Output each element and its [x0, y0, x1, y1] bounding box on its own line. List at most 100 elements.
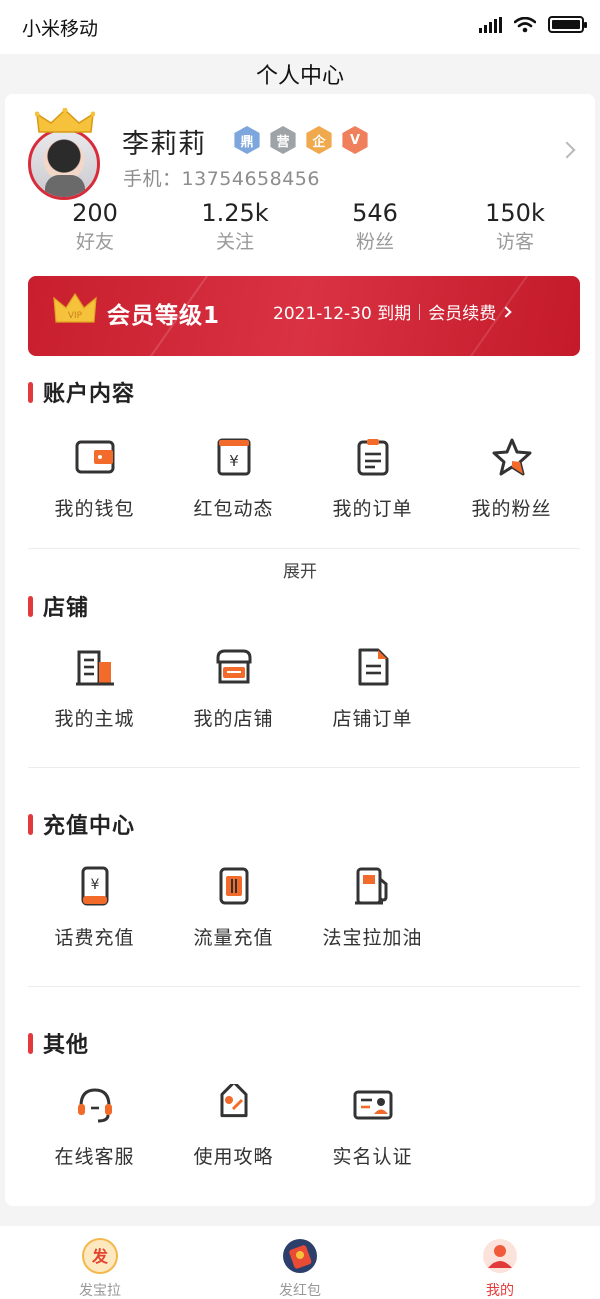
stat-value: 200	[72, 199, 118, 227]
stat-value: 546	[352, 199, 398, 227]
stat-label: 访客	[495, 231, 534, 253]
tab-bar: 发 发宝拉 发红包 我的	[0, 1226, 600, 1299]
wifi-icon	[514, 16, 536, 32]
menu-item-label: 红包动态	[193, 498, 274, 520]
tag-guide-icon	[219, 1084, 248, 1118]
carrier-name: 小米移动	[22, 18, 99, 40]
menu-item-my-shop[interactable]: 我的店铺	[164, 646, 303, 731]
avatar-with-crown	[27, 108, 103, 200]
red-packet-icon: ¥	[217, 438, 250, 476]
phone-value: 13754658456	[181, 168, 320, 190]
data-sim-icon	[219, 867, 248, 905]
phone-bill-icon: ¥	[81, 866, 108, 906]
section-recharge-grid: ¥ 话费充值 流量充值 法宝拉加油	[25, 865, 442, 950]
vip-crown-text: VIP	[68, 311, 83, 321]
headset-icon	[77, 1088, 112, 1123]
stat-label: 关注	[215, 231, 254, 253]
section-account-grid: 我的钱包 ¥ 红包动态 我的订单 我的粉丝	[25, 436, 581, 521]
section-store-grid: 我的主城 我的店铺 店铺订单	[25, 646, 442, 731]
menu-item-real-name[interactable]: 实名认证	[303, 1084, 442, 1169]
menu-item-label: 我的钱包	[54, 498, 135, 520]
menu-item-label: 我的粉丝	[471, 498, 552, 520]
vip-renew-link[interactable]: 会员续费	[428, 299, 496, 324]
document-icon	[358, 648, 388, 686]
menu-item-label: 我的主城	[54, 708, 135, 730]
section-title-text: 账户内容	[43, 382, 136, 407]
menu-item-main-city[interactable]: 我的主城	[25, 646, 164, 731]
vip-banner[interactable]: VIP 会员等级1 2021-12-30 到期 会员续费	[28, 276, 580, 356]
nav-bar: 个人中心	[0, 54, 600, 94]
expand-toggle[interactable]: 展开	[0, 557, 600, 582]
vip-expiry: 2021-12-30 到期	[273, 304, 412, 324]
menu-item-guide[interactable]: 使用攻略	[164, 1084, 303, 1169]
section-recharge-title: 充值中心	[28, 808, 135, 840]
stat-value: 1.25k	[201, 199, 269, 227]
city-building-icon	[75, 650, 114, 686]
divider	[28, 548, 580, 549]
fuel-pump-icon	[354, 867, 387, 905]
signal-icon	[479, 16, 502, 33]
divider	[28, 986, 580, 987]
stat-label: 好友	[75, 231, 114, 253]
business-badge-icon: 营	[270, 126, 296, 154]
menu-item-orders[interactable]: 我的订单	[303, 436, 442, 521]
order-clipboard-icon	[357, 439, 388, 476]
stat-visitors[interactable]: 150k 访客	[445, 198, 585, 262]
menu-item-shop-orders[interactable]: 店铺订单	[303, 646, 442, 731]
menu-item-label: 在线客服	[54, 1146, 135, 1168]
menu-item-label: 话费充值	[54, 927, 135, 949]
rank-badge-icon: 鼎	[234, 126, 260, 154]
section-other-title: 其他	[28, 1027, 89, 1059]
phone-label: 手机：	[123, 168, 182, 190]
vip-info: 2021-12-30 到期 会员续费	[273, 299, 512, 324]
stat-friends[interactable]: 200 好友	[25, 198, 165, 262]
stat-value: 150k	[485, 199, 545, 227]
crown-icon	[35, 108, 95, 133]
badge-list: 鼎 营 企 V	[233, 126, 369, 154]
chevron-right-icon	[500, 305, 512, 318]
svg-text:¥: ¥	[90, 877, 99, 893]
tab-label: 我的	[486, 1283, 514, 1299]
vip-crown-icon: VIP	[53, 292, 97, 323]
section-store-title: 店铺	[28, 590, 89, 622]
menu-item-label: 法宝拉加油	[322, 927, 423, 949]
star-icon	[492, 438, 531, 476]
divider	[28, 767, 580, 768]
menu-item-phone-recharge[interactable]: ¥ 话费充值	[25, 865, 164, 950]
stat-following[interactable]: 1.25k 关注	[165, 198, 305, 262]
menu-item-label: 使用攻略	[193, 1146, 274, 1168]
vip-divider	[419, 303, 421, 320]
menu-item-wallet[interactable]: 我的钱包	[25, 436, 164, 521]
tab-fabaola[interactable]: 发 发宝拉	[0, 1226, 200, 1299]
section-title-text: 店铺	[43, 596, 90, 621]
menu-item-fans[interactable]: 我的粉丝	[442, 436, 581, 521]
fabaola-icon-text: 发	[91, 1247, 109, 1266]
red-envelope-icon	[283, 1239, 317, 1273]
section-title-text: 其他	[43, 1033, 90, 1058]
avatar	[28, 128, 100, 200]
tab-label: 发宝拉	[79, 1283, 121, 1299]
status-icons	[479, 16, 587, 33]
status-bar: 小米移动	[0, 0, 600, 54]
content-card: 李莉莉 鼎 营 企 V 手机：13754658456 200 好友 1.25k …	[5, 94, 595, 1206]
menu-item-red-packet[interactable]: ¥ 红包动态	[164, 436, 303, 521]
chevron-right-icon[interactable]	[558, 141, 576, 159]
profile-header[interactable]: 李莉莉 鼎 营 企 V 手机：13754658456	[5, 94, 595, 204]
section-title-text: 充值中心	[43, 814, 136, 839]
profile-avatar-icon	[483, 1239, 517, 1273]
menu-item-customer-service[interactable]: 在线客服	[25, 1084, 164, 1169]
phone-number: 手机：13754658456	[123, 164, 320, 191]
stats-row: 200 好友 1.25k 关注 546 粉丝 150k 访客	[5, 198, 595, 262]
tab-send-red-packet[interactable]: 发红包	[200, 1226, 400, 1299]
vip-level: 会员等级1	[107, 303, 221, 329]
tab-label: 发红包	[279, 1283, 321, 1299]
shop-icon	[216, 649, 251, 684]
fabaola-icon: 发	[82, 1238, 118, 1274]
menu-item-data-recharge[interactable]: 流量充值	[164, 865, 303, 950]
section-other-grid: 在线客服 使用攻略 实名认证	[25, 1084, 442, 1169]
menu-item-fuel[interactable]: 法宝拉加油	[303, 865, 442, 950]
menu-item-label: 流量充值	[193, 927, 274, 949]
menu-item-label: 实名认证	[332, 1146, 413, 1168]
tab-mine[interactable]: 我的	[400, 1226, 600, 1299]
stat-fans[interactable]: 546 粉丝	[305, 198, 445, 262]
